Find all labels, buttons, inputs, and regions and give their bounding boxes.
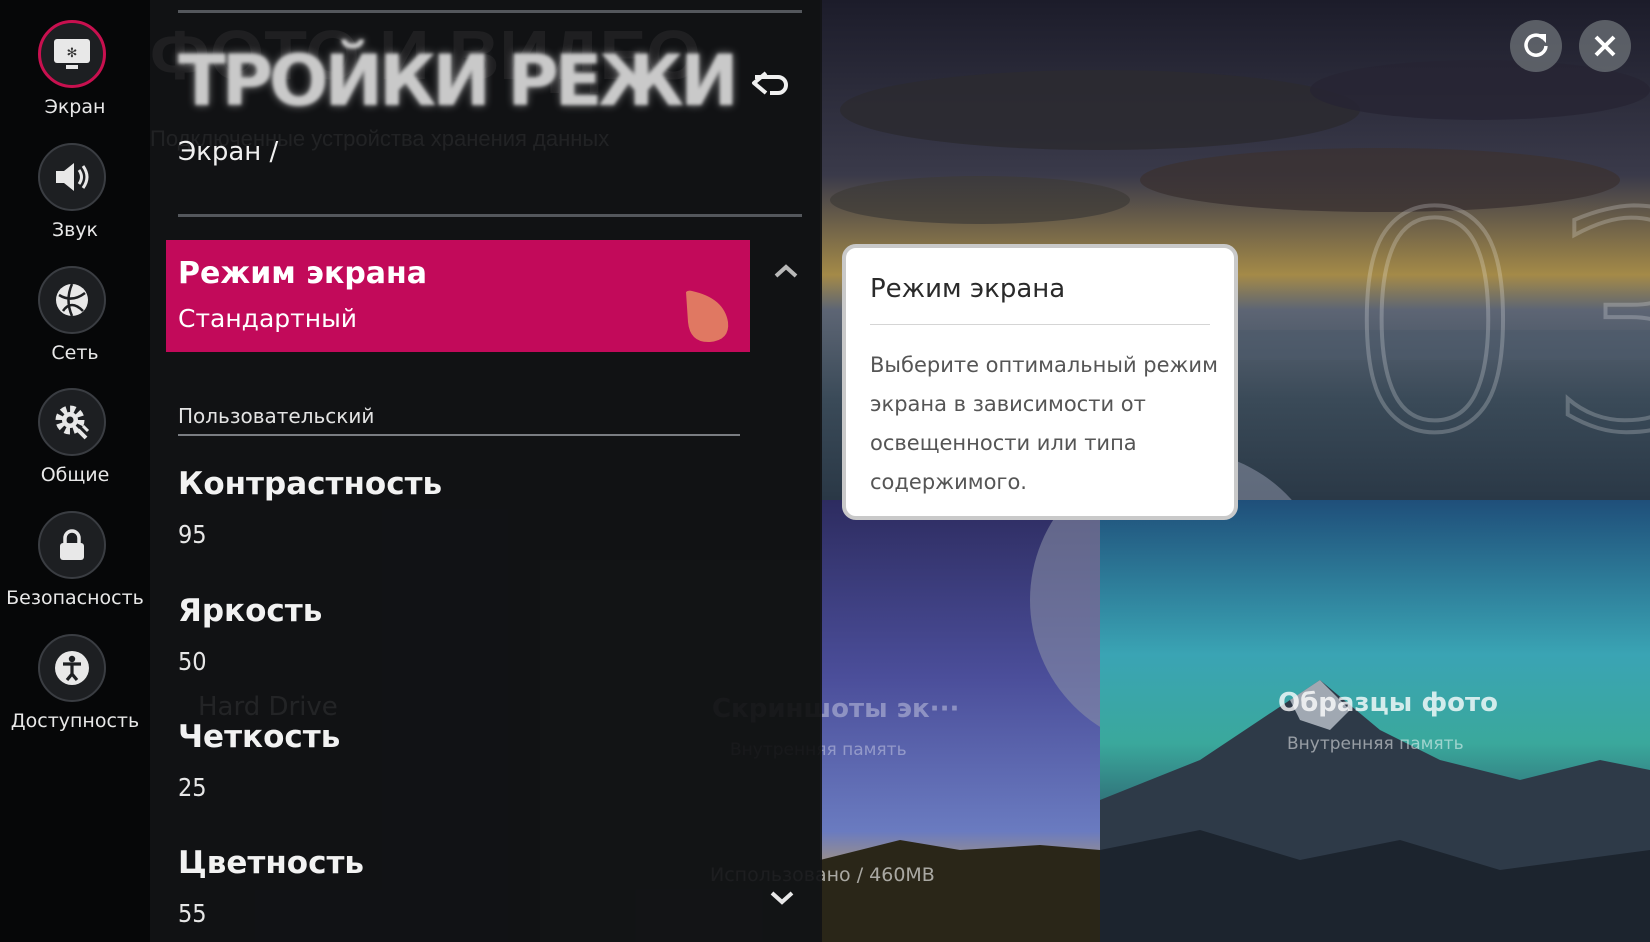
setting-brightness-label: Яркость — [178, 593, 323, 629]
back-arrow-icon[interactable] — [748, 63, 792, 103]
rail-label-general: Общие — [40, 464, 110, 486]
section-divider — [178, 434, 740, 436]
setting-picture-mode-value: Стандартный — [178, 304, 358, 333]
rail-label-accessibility: Доступность — [10, 710, 140, 732]
refresh-button[interactable] — [1510, 20, 1562, 72]
help-tooltip: Режим экрана Выберите оптимальный режим … — [842, 244, 1238, 520]
gallery-caption-hard-drive[interactable]: Hard Drive — [198, 692, 338, 722]
setting-contrast-label: Контрастность — [178, 466, 443, 502]
setting-brightness[interactable]: Яркость 50 — [178, 593, 322, 676]
category-rail: ✻ Экран Звук Сеть Общие Безопасность Дос… — [0, 0, 150, 942]
lock-icon — [38, 511, 106, 579]
gallery-caption-samples[interactable]: Образцы фото — [1278, 688, 1498, 718]
scroll-up-chevron-icon[interactable] — [772, 262, 800, 280]
svg-text:✻: ✻ — [67, 45, 78, 60]
magic-remote-pointer-icon — [686, 290, 729, 343]
tooltip-body: Выберите оптимальный режим экрана в зави… — [870, 353, 1218, 494]
speaker-icon — [38, 143, 106, 211]
globe-icon — [38, 266, 106, 334]
refresh-icon — [1524, 33, 1548, 57]
page-title: ТРОЙКИ РЕЖИ — [178, 40, 739, 122]
rail-label-network: Сеть — [51, 342, 99, 364]
setting-color-value: 55 — [178, 899, 207, 928]
top-divider — [178, 10, 802, 13]
accessibility-icon — [38, 634, 106, 702]
setting-sharpness[interactable]: Четкость 25 — [178, 719, 340, 802]
rail-label-security: Безопасность — [6, 587, 144, 609]
settings-panel: ФОТО И ВИДЕО Подключенные устройства хра… — [150, 0, 822, 942]
setting-contrast[interactable]: Контрастность 95 — [178, 466, 442, 549]
close-button[interactable] — [1579, 20, 1631, 72]
monitor-icon: ✻ — [38, 20, 106, 88]
setting-color[interactable]: Цветность 55 — [178, 845, 364, 928]
tooltip-title: Режим экрана — [870, 274, 1066, 304]
gallery-caption-samples-sub: Внутренняя память — [1287, 734, 1464, 754]
tooltip-divider — [870, 324, 1210, 325]
rail-label-screen: Экран — [44, 96, 106, 118]
setting-color-label: Цветность — [178, 845, 365, 881]
close-icon — [1594, 35, 1616, 57]
rail-label-sound: Звук — [51, 219, 99, 241]
setting-sharpness-label: Четкость — [178, 719, 341, 755]
header-divider — [178, 214, 802, 217]
setting-brightness-value: 50 — [178, 647, 207, 676]
breadcrumb: Экран / — [178, 137, 279, 167]
section-label-user: Пользовательский — [178, 404, 375, 428]
setting-picture-mode[interactable]: Режим экрана Стандартный — [166, 240, 750, 352]
setting-picture-mode-label: Режим экрана — [178, 256, 428, 291]
gear-icon — [38, 388, 106, 456]
setting-sharpness-value: 25 — [178, 773, 207, 802]
page-number-watermark: 03 — [1338, 148, 1650, 501]
setting-contrast-value: 95 — [178, 520, 207, 549]
scroll-down-chevron-icon[interactable] — [768, 889, 796, 907]
